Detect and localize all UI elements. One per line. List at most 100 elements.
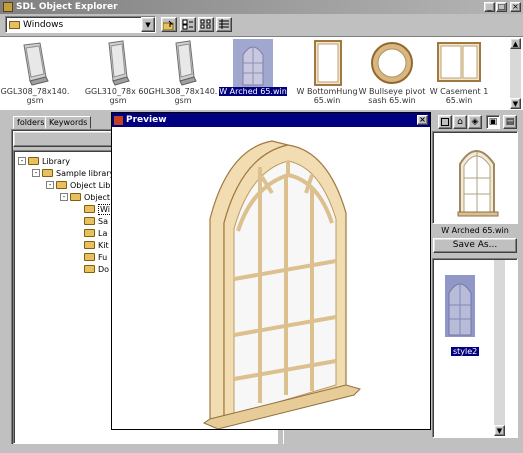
view-front-button[interactable] — [438, 115, 452, 129]
view-side-button[interactable]: ⌂ — [453, 115, 467, 129]
tree-item[interactable]: Sa — [74, 215, 108, 227]
expand-toggle-icon[interactable]: - — [18, 157, 26, 165]
camera-button[interactable]: ▣ — [486, 115, 500, 129]
tree-item[interactable]: - Library — [18, 155, 70, 167]
tree-item[interactable]: Do — [74, 263, 109, 275]
camera-icon: ▣ — [488, 117, 498, 127]
tree-item-label: Kit — [98, 240, 109, 250]
settings-icon: ▤ — [505, 117, 515, 127]
tree-item[interactable]: Wi — [74, 203, 112, 215]
expand-toggle-icon[interactable]: - — [60, 193, 68, 201]
thumb-label: GGL308_78x140. — [0, 87, 70, 96]
tree-item[interactable]: La — [74, 227, 107, 239]
large-icons-button[interactable] — [180, 17, 196, 32]
tree-item[interactable]: - Object Libr — [46, 179, 114, 191]
tree-item[interactable]: Kit — [74, 239, 109, 251]
thumb-label-ext: gsm — [174, 96, 192, 105]
thumb-label: W Arched 65.win — [219, 87, 287, 96]
skylight-icon — [108, 40, 130, 86]
expand-toggle-icon[interactable]: - — [32, 169, 40, 177]
thumb-scrollbar[interactable]: ▲ ▼ — [510, 38, 521, 109]
tree-item-label: Wi — [98, 203, 112, 215]
thumb-label-ext: 65.win — [445, 96, 473, 105]
thumb-ggl308[interactable]: GGL308_78x140. gsm — [0, 37, 70, 111]
folder-icon — [84, 217, 95, 225]
up-folder-icon — [163, 20, 174, 30]
app-icon — [3, 2, 13, 12]
settings-button[interactable]: ▤ — [503, 115, 517, 129]
large-icons-icon — [182, 19, 193, 30]
preview-close-button[interactable]: × — [417, 115, 428, 125]
window-title: SDL Object Explorer — [16, 2, 118, 12]
folder-icon — [56, 181, 67, 189]
folder-icon — [9, 20, 20, 29]
thumb-casement[interactable]: W Casement 1 65.win — [424, 37, 494, 111]
arched-window-preview — [457, 150, 499, 217]
preview-window[interactable]: Preview × — [111, 112, 431, 430]
thumb-label-ext: gsm — [109, 96, 127, 105]
folder-icon — [28, 157, 39, 165]
thumb-ggl310[interactable]: GGL310_78x 60. gsm — [83, 37, 153, 111]
preview-titlebar: Preview × — [112, 113, 430, 127]
details-view-button[interactable] — [216, 17, 232, 32]
view-3d-button[interactable]: ◈ — [468, 115, 482, 129]
folder-icon — [84, 253, 95, 261]
folder-icon — [84, 265, 95, 273]
thumb-label: GHL308_78x140. — [148, 87, 218, 96]
tree-item[interactable]: Fu — [74, 251, 107, 263]
tree-item-label: La — [98, 228, 108, 238]
thumb-label: GGL310_78x 60. — [84, 87, 152, 96]
folder-icon — [84, 229, 95, 237]
object-name-label: W Arched 65.win — [441, 226, 509, 235]
tree-item[interactable]: - Sample library.l — [32, 167, 118, 179]
thumb-label-ext: 65.win — [313, 96, 341, 105]
style-scrollbar[interactable]: ▼ — [494, 260, 505, 436]
category-combo[interactable]: Windows ▼ — [5, 16, 156, 33]
preview-app-icon — [114, 115, 123, 125]
thumb-bottomhung[interactable]: W BottomHung 65.win — [292, 37, 362, 111]
small-icons-button[interactable] — [198, 17, 214, 32]
folder-icon — [84, 241, 95, 249]
tree-item-label: Sa — [98, 216, 108, 226]
thumb-bullseye[interactable]: W Bullseye pivot sash 65.win — [357, 37, 427, 111]
up-folder-button[interactable] — [161, 17, 177, 32]
skylight-icon — [175, 40, 197, 86]
minimize-button[interactable]: _ — [484, 2, 495, 12]
maximize-button[interactable]: □ — [496, 2, 507, 12]
folder-icon — [84, 205, 95, 213]
cube-icon: ◈ — [471, 117, 479, 127]
tree-item-label: Object — [84, 192, 111, 202]
tree-item-label: Library — [42, 156, 70, 166]
tree-item[interactable]: - Object — [60, 191, 110, 203]
thumb-label-ext: sash 65.win — [368, 96, 416, 105]
tree-item-label: Fu — [98, 252, 108, 262]
arched-window-icon — [233, 39, 273, 87]
style-label[interactable]: style2 — [451, 347, 480, 356]
tab-keywords[interactable]: Keywords — [45, 116, 92, 129]
thumb-arched[interactable]: W Arched 65.win — [218, 37, 288, 111]
save-as-button[interactable]: Save As... — [433, 238, 517, 253]
folder-icon — [42, 169, 53, 177]
scroll-down-icon[interactable]: ▼ — [510, 98, 521, 109]
object-preview-panel — [432, 131, 518, 224]
skylight-icon — [23, 42, 49, 86]
side-view-icon: ⌂ — [457, 117, 463, 127]
thumb-label: W Casement 1 — [429, 87, 489, 96]
details-view-icon — [219, 19, 229, 29]
chevron-down-icon[interactable]: ▼ — [141, 17, 155, 32]
tab-folders[interactable]: folders — [13, 116, 49, 129]
title-bar: SDL Object Explorer _ □ × — [0, 0, 523, 14]
thumb-label: W BottomHung — [296, 87, 358, 96]
object-thumbnail-strip[interactable]: GGL308_78x140. gsm GGL310_78x 60. gsm GHL3… — [0, 36, 523, 110]
thumb-ghl308[interactable]: GHL308_78x140. gsm — [148, 37, 218, 111]
bottomhung-window-icon — [314, 40, 342, 86]
close-button[interactable]: × — [510, 2, 521, 12]
scroll-down-icon[interactable]: ▼ — [494, 425, 505, 436]
small-icons-icon — [200, 19, 211, 29]
preview-title: Preview — [126, 115, 167, 125]
expand-toggle-icon[interactable]: - — [46, 181, 54, 189]
front-view-icon — [441, 118, 449, 126]
scroll-up-icon[interactable]: ▲ — [510, 38, 521, 49]
style-list[interactable]: style2 — [432, 258, 518, 438]
tree-item-label: Sample library.l — [56, 168, 118, 178]
